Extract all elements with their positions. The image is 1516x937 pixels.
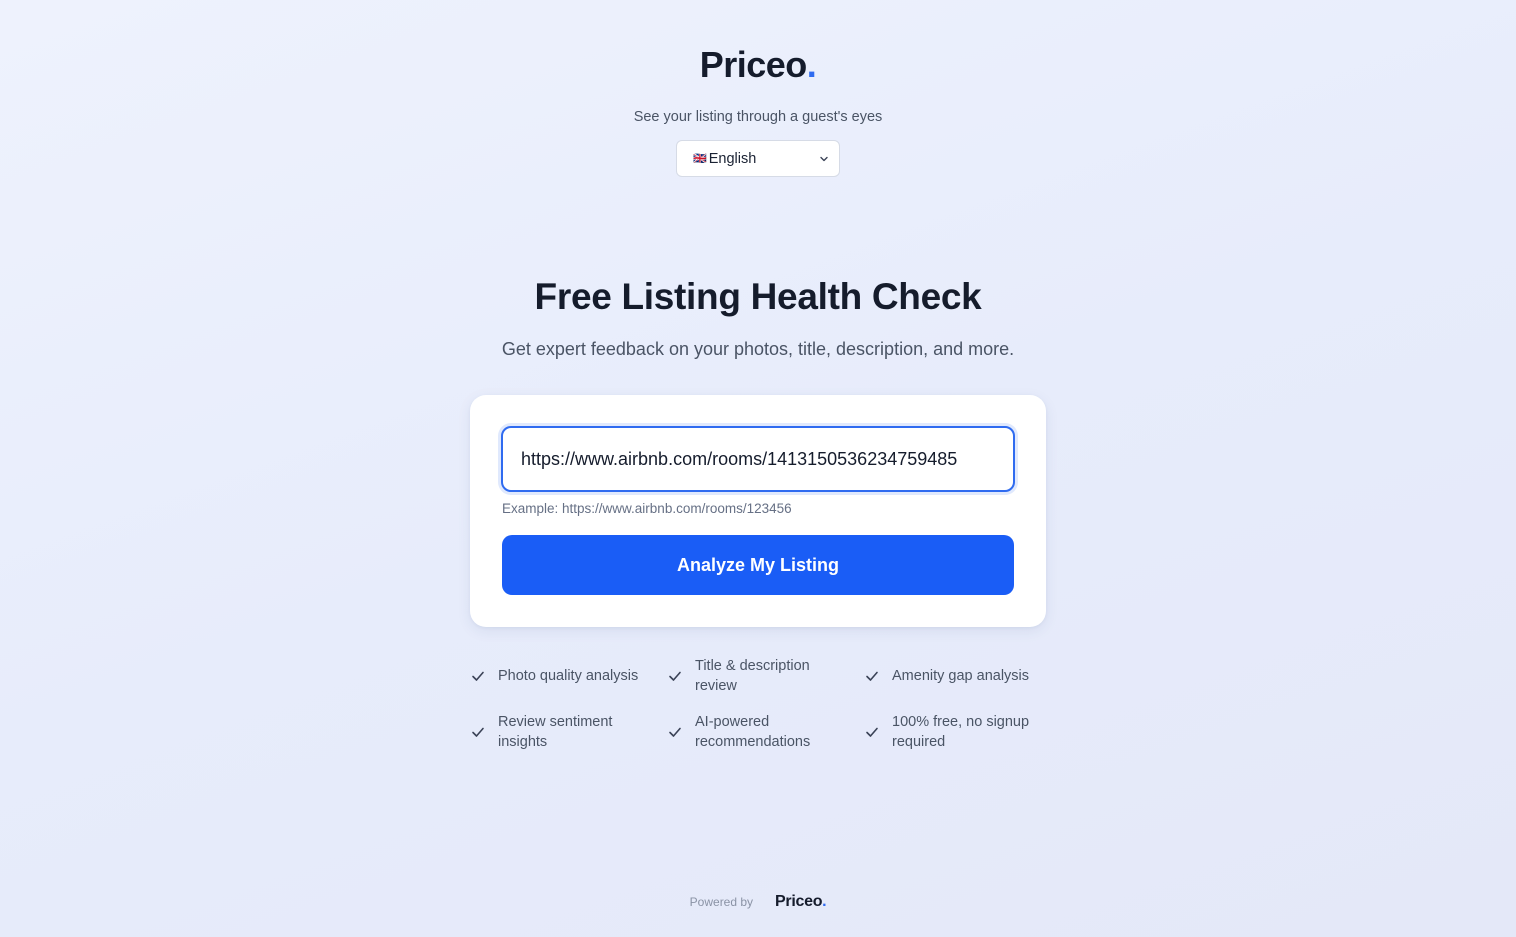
feature-label: 100% free, no signup required xyxy=(892,714,1030,750)
feature-item: AI-powered recommendations xyxy=(667,712,864,752)
check-icon xyxy=(866,671,878,681)
check-icon xyxy=(866,727,878,737)
check-icon xyxy=(669,671,681,681)
listing-url-input[interactable] xyxy=(501,426,1015,492)
feature-label: Title & description review xyxy=(695,658,810,694)
check-icon xyxy=(472,671,484,681)
feature-item: Photo quality analysis xyxy=(470,656,667,696)
page-subtitle: Get expert feedback on your photos, titl… xyxy=(501,339,1015,359)
uk-flag-icon: 🇬🇧 xyxy=(693,153,707,165)
language-select[interactable]: 🇬🇧 English xyxy=(676,140,840,177)
feature-list: Photo quality analysis Title & descripti… xyxy=(470,656,1050,752)
footer: Powered by Priceo. xyxy=(0,893,1516,911)
analyze-button[interactable]: Analyze My Listing xyxy=(502,535,1014,595)
brand-dot: . xyxy=(806,44,817,85)
footer-brand-dot: . xyxy=(822,893,827,910)
analyze-card: Example: https://www.airbnb.com/rooms/12… xyxy=(470,395,1046,627)
footer-brand-name: Priceo xyxy=(775,893,823,910)
feature-label: AI-powered recommendations xyxy=(695,714,811,750)
feature-item: Review sentiment insights xyxy=(470,712,667,752)
feature-item: 100% free, no signup required xyxy=(864,712,1050,752)
check-icon xyxy=(472,727,484,737)
chevron-down-icon xyxy=(820,156,828,161)
powered-by-label: Powered by xyxy=(689,895,754,909)
language-selected-label: English xyxy=(708,150,757,167)
feature-label: Photo quality analysis xyxy=(498,668,639,684)
feature-item: Amenity gap analysis xyxy=(864,656,1050,696)
url-example-hint: Example: https://www.airbnb.com/rooms/12… xyxy=(502,501,792,516)
page-title: Free Listing Health Check xyxy=(534,276,982,317)
feature-label: Review sentiment insights xyxy=(498,714,613,750)
feature-item: Title & description review xyxy=(667,656,864,696)
check-icon xyxy=(669,727,681,737)
tagline: See your listing through a guest's eyes xyxy=(633,109,883,125)
brand-name: Priceo xyxy=(699,44,808,85)
footer-logo[interactable]: Priceo. xyxy=(775,893,827,911)
feature-label: Amenity gap analysis xyxy=(892,668,1030,684)
brand-logo: Priceo. xyxy=(0,44,1516,86)
